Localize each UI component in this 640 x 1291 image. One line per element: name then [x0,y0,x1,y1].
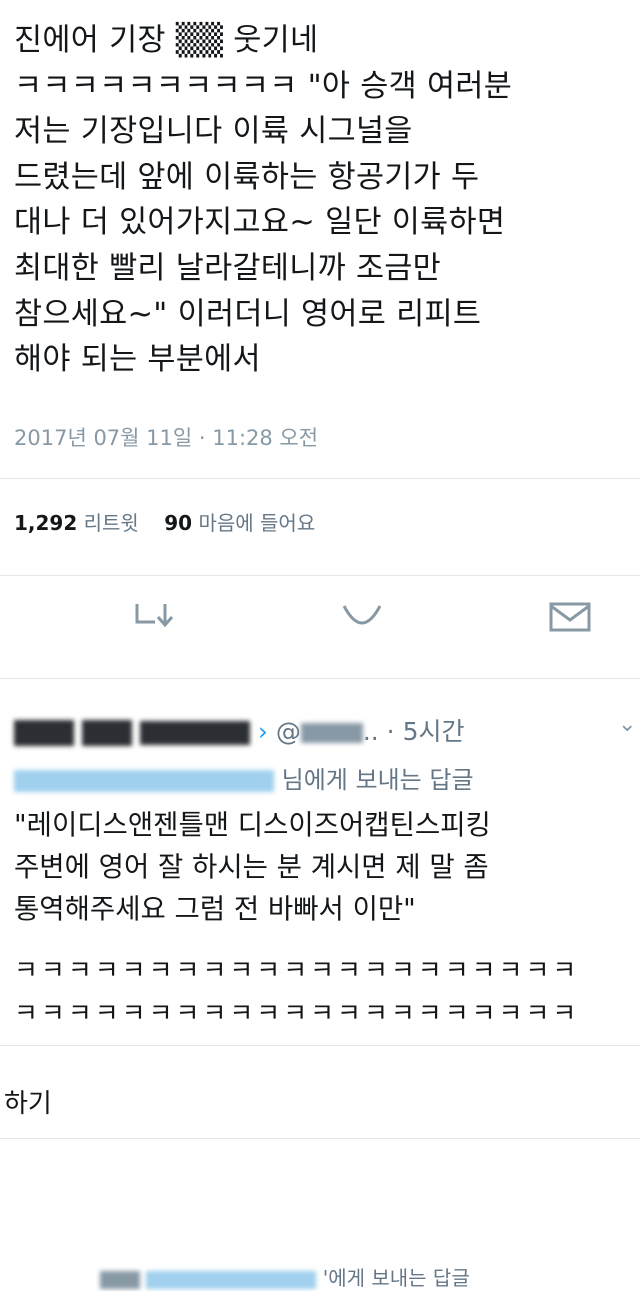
verified-icon: › [257,717,268,746]
redacted-name [81,720,132,746]
replying-to-label: 님에게 보내는 답글 [281,766,474,794]
redacted-handle [300,723,363,743]
redacted-name [139,721,250,745]
heart-icon[interactable] [340,598,384,636]
divider [0,678,640,679]
tweet-timestamp[interactable]: 2017년 07월 11일 · 11:28 오전 [14,422,318,452]
reply-laugh-line-1: ㅋㅋㅋㅋㅋㅋㅋㅋㅋㅋㅋㅋㅋㅋㅋㅋㅋㅋㅋㅋㅋ [14,956,580,986]
more-link[interactable]: 하기 [4,1083,52,1120]
divider [0,1138,640,1139]
reply-time: · 5시간 [386,717,465,746]
divider [0,1045,640,1046]
tweet-actions [0,598,640,658]
handle-dots: .. [362,717,379,746]
reply-laugh-line-2: ㅋㅋㅋㅋㅋㅋㅋㅋㅋㅋㅋㅋㅋㅋㅋㅋㅋㅋㅋㅋㅋ [14,999,580,1029]
reply-header: › @.. · 5시간 [14,712,464,748]
redacted-name [14,720,74,746]
divider [0,575,640,576]
next-reply-replying-to: '에게 보내는 답글 [322,1266,470,1290]
retweet-count[interactable]: 1,292 [14,511,77,535]
replying-to: 님에게 보내는 답글 [14,760,474,795]
tweet-stats: 1,292 리트윗 90 마음에 들어요 [14,507,315,536]
reply-icon[interactable] [133,598,177,636]
reply-text: "레이디스앤젠틀맨 디스이즈어캡틴스피킹 주변에 영어 잘 하시는 분 계시면 … [14,809,491,925]
like-label[interactable]: 마음에 들어요 [198,511,315,535]
like-count[interactable]: 90 [164,511,192,535]
divider [0,478,640,479]
retweet-label[interactable]: 리트윗 [84,511,139,535]
envelope-icon[interactable] [548,598,594,638]
next-reply-preview: '에게 보내는 답글 [100,1262,470,1291]
redacted-mention[interactable] [14,770,274,792]
chevron-down-icon[interactable]: ⌄ [618,712,636,737]
reply-handle[interactable]: @ [276,717,301,746]
tweet-text: 진에어 기장 ▒▒ 웃기네 ㅋㅋㅋㅋㅋㅋㅋㅋㅋㅋ "아 승객 여러분 저는 기장… [14,23,513,378]
